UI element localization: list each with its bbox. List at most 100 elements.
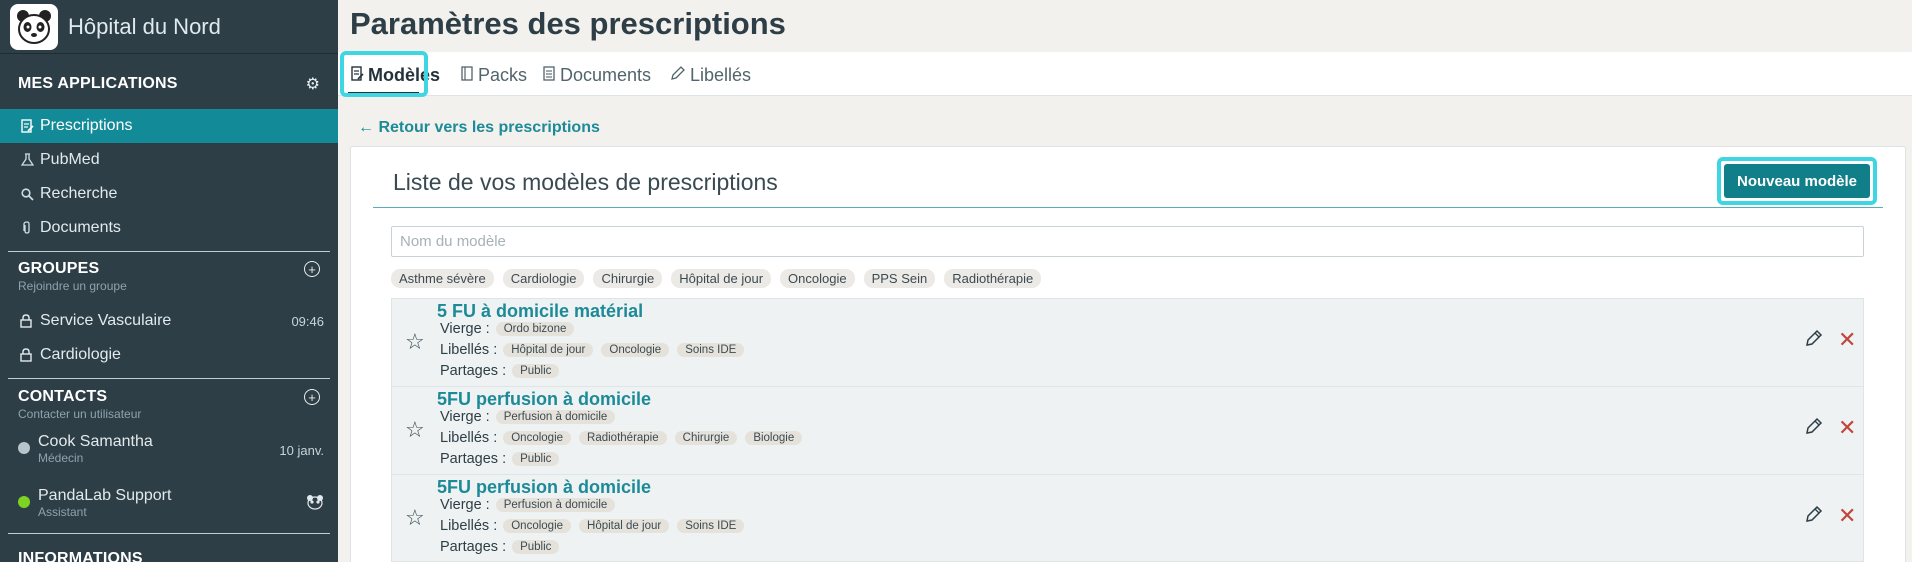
sidebar-item-documents[interactable]: Documents: [0, 211, 338, 245]
gear-icon[interactable]: ⚙: [306, 74, 320, 94]
vierge-line: Vierge : Perfusion à domicile: [440, 409, 623, 425]
new-template-button[interactable]: Nouveau modèle: [1724, 164, 1870, 198]
brand-header[interactable]: Hôpital du Nord: [0, 0, 338, 54]
apps-list: Prescriptions PubMed Recherche Documents: [0, 109, 338, 245]
templates-card: Liste de vos modèles de prescriptions No…: [350, 146, 1906, 562]
contact-date: 10 janv.: [279, 443, 324, 458]
filter-chip[interactable]: Chirurgie: [593, 269, 663, 288]
tab-libelles[interactable]: Libellés: [670, 58, 751, 92]
edit-icon[interactable]: [1805, 329, 1823, 353]
apps-section-title: MES APPLICATIONS: [18, 75, 178, 92]
delete-icon[interactable]: ✕: [1838, 415, 1856, 441]
template-name[interactable]: 5FU perfusion à domicile: [437, 389, 651, 410]
group-label: Cardiologie: [40, 346, 121, 363]
tab-packs[interactable]: Packs: [461, 58, 527, 92]
libelle-tag: Hôpital de jour: [503, 343, 594, 357]
vierge-tag: Ordo bizone: [495, 322, 575, 336]
group-time: 09:46: [291, 313, 324, 329]
groups-list: Service Vasculaire 09:46 Cardiologie: [0, 304, 338, 372]
star-icon[interactable]: ☆: [405, 417, 425, 443]
partage-tag: Public: [512, 540, 560, 554]
tab-label: Packs: [478, 64, 528, 85]
tab-highlight: [340, 51, 428, 97]
add-contact-icon[interactable]: +: [304, 389, 320, 405]
libelle-tag: Soins IDE: [677, 343, 745, 357]
partages-line: Partages : Public: [440, 539, 567, 555]
panda-logo-icon: [10, 3, 58, 50]
contact-role: Médecin: [38, 451, 84, 465]
delete-icon[interactable]: ✕: [1838, 503, 1856, 529]
info-section-title: INFORMATIONS: [18, 550, 143, 562]
star-icon[interactable]: ☆: [405, 329, 425, 355]
main-content: Paramètres des prescriptions Modèles Pac…: [338, 0, 1912, 562]
filter-chip[interactable]: Oncologie: [780, 269, 855, 288]
filter-chip[interactable]: Radiothérapie: [944, 269, 1042, 288]
join-group-link[interactable]: Rejoindre un groupe: [0, 279, 338, 293]
libelle-tag: Oncologie: [601, 343, 670, 357]
contact-role: Assistant: [38, 505, 87, 519]
sidebar-item-label: PubMed: [40, 151, 100, 168]
vierge-label: Vierge :: [440, 409, 490, 425]
contacts-list: Cook Samantha Médecin 10 janv. PandaLab …: [0, 433, 338, 541]
vierge-tag: Perfusion à domicile: [495, 410, 616, 424]
page-title: Paramètres des prescriptions: [350, 6, 786, 41]
vierge-line: Vierge : Ordo bizone: [440, 321, 582, 337]
pencil-icon: [670, 65, 686, 85]
filter-chip[interactable]: PPS Sein: [863, 269, 936, 288]
edit-icon[interactable]: [1805, 417, 1823, 441]
partages-label: Partages :: [440, 539, 507, 555]
tab-label: Libellés: [690, 64, 752, 85]
status-dot: [18, 496, 30, 508]
vierge-label: Vierge :: [440, 497, 490, 513]
divider: [8, 251, 330, 252]
sidebar-item-group[interactable]: Service Vasculaire 09:46: [0, 304, 338, 338]
libelle-tag: Oncologie: [503, 519, 572, 533]
list-title: Liste de vos modèles de prescriptions: [393, 169, 778, 195]
libelles-label: Libellés :: [440, 518, 498, 534]
sidebar-item-recherche[interactable]: Recherche: [0, 177, 338, 211]
templates-list: ☆ 5 FU à domicile matérial Vierge : Ordo…: [391, 298, 1864, 562]
tab-documents[interactable]: Documents: [543, 58, 651, 92]
divider: [8, 378, 330, 379]
edit-icon[interactable]: [1805, 505, 1823, 529]
contacts-section-title: CONTACTS: [18, 388, 108, 405]
contact-item[interactable]: Cook Samantha Médecin 10 janv.: [0, 433, 338, 487]
lock-icon: [20, 314, 32, 328]
filter-chip[interactable]: Hôpital de jour: [671, 269, 772, 288]
title-divider: [373, 207, 1883, 208]
sidebar-item-prescriptions[interactable]: Prescriptions: [0, 109, 338, 143]
sidebar-item-group[interactable]: Cardiologie: [0, 338, 338, 372]
paperclip-icon: [20, 221, 34, 235]
template-row[interactable]: ☆ 5FU perfusion à domicile Vierge : Perf…: [391, 474, 1864, 562]
sidebar-item-label: Prescriptions: [40, 117, 133, 134]
vierge-line: Vierge : Perfusion à domicile: [440, 497, 623, 513]
libelle-tag: Soins IDE: [677, 519, 745, 533]
sidebar-item-label: Recherche: [40, 185, 118, 202]
libelle-tag: Chirurgie: [674, 431, 738, 445]
filter-chip[interactable]: Cardiologie: [502, 269, 585, 288]
template-name[interactable]: 5 FU à domicile matérial: [437, 301, 643, 322]
template-name[interactable]: 5FU perfusion à domicile: [437, 477, 651, 498]
libelle-tag: Radiothérapie: [579, 431, 667, 445]
tab-label: Documents: [560, 64, 652, 85]
libelle-tag: Oncologie: [503, 431, 572, 445]
template-row[interactable]: ☆ 5 FU à domicile matérial Vierge : Ordo…: [391, 298, 1864, 386]
template-name-search-input[interactable]: [391, 226, 1864, 257]
panda-icon: [306, 494, 324, 515]
partages-line: Partages : Public: [440, 363, 567, 379]
lock-icon: [20, 348, 32, 362]
partage-tag: Public: [512, 452, 560, 466]
partage-tag: Public: [512, 364, 560, 378]
add-group-icon[interactable]: +: [304, 261, 320, 277]
delete-icon[interactable]: ✕: [1838, 327, 1856, 353]
search-icon: [20, 187, 34, 201]
groups-section-title: GROUPES: [18, 260, 100, 277]
template-row[interactable]: ☆ 5FU perfusion à domicile Vierge : Perf…: [391, 386, 1864, 474]
sidebar-item-pubmed[interactable]: PubMed: [0, 143, 338, 177]
libelles-label: Libellés :: [440, 430, 498, 446]
sidebar-item-label: Documents: [40, 219, 121, 236]
star-icon[interactable]: ☆: [405, 505, 425, 531]
filter-chip[interactable]: Asthme sévère: [391, 269, 494, 288]
back-to-prescriptions-link[interactable]: ← Retour vers les prescriptions: [358, 119, 600, 137]
contact-user-link[interactable]: Contacter un utilisateur: [0, 407, 338, 421]
